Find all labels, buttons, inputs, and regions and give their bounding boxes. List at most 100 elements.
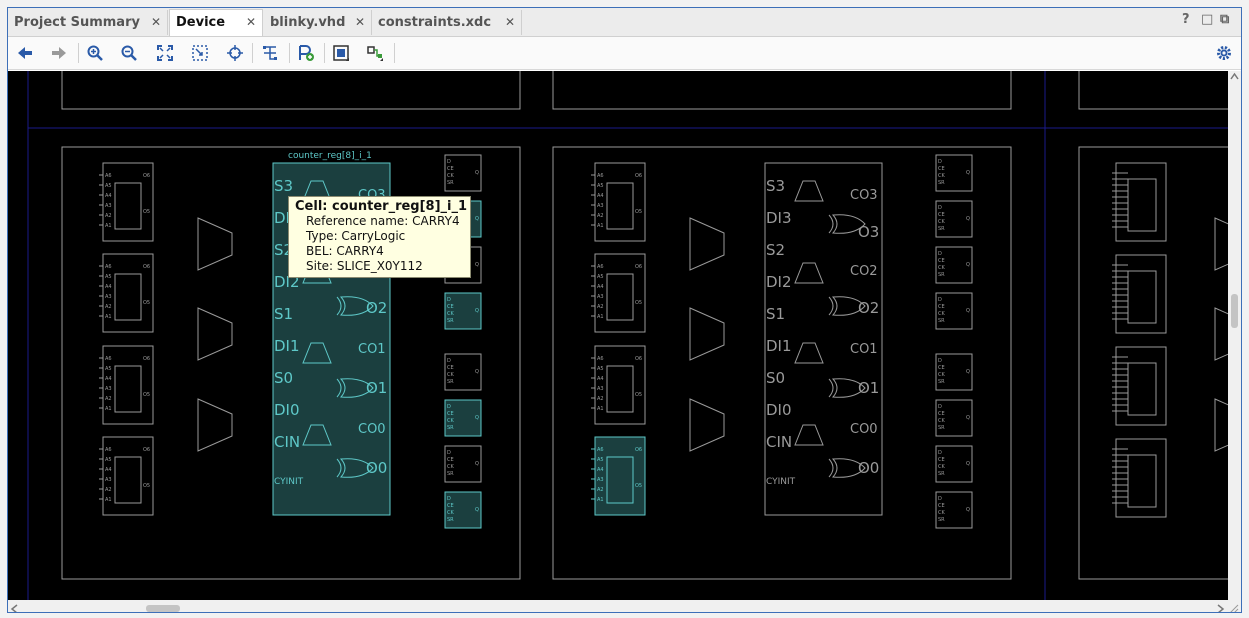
ff-out-label: Q: [475, 170, 479, 176]
ff-pin-label: CE: [938, 166, 945, 172]
lut-pin-label: A5: [597, 457, 604, 463]
ff-pin-label: SR: [447, 318, 454, 324]
tab-project-summary[interactable]: Project Summary ✕: [8, 10, 168, 35]
device-window: Project Summary ✕ Device ✕ blinky.vhd ✕ …: [7, 7, 1242, 613]
carry-pin-label: O2: [366, 299, 387, 317]
lut-out-label: O5: [143, 300, 150, 306]
ff-pin-label: CK: [938, 464, 945, 470]
carry-pin-label: CO1: [358, 342, 386, 357]
close-icon[interactable]: ✕: [355, 10, 365, 35]
toolbar-separator: [252, 43, 253, 63]
carry-pin-label: S1: [766, 305, 785, 323]
scroll-up-icon[interactable]: [1230, 72, 1239, 80]
device-canvas[interactable]: A6 A5 A4 A3 A2 A1 O6 O5 A6 A5 A4 A3 A2 A1 O6 O5 A6 A5 A4 A3…: [8, 60, 1241, 600]
scroll-left-icon[interactable]: [10, 604, 18, 613]
ff-out-label: Q: [966, 262, 970, 268]
zoom-out-icon[interactable]: [118, 42, 140, 64]
carry-mux: [794, 424, 824, 446]
crosshair-icon[interactable]: [224, 42, 246, 64]
lut-pin-label: A6: [597, 447, 604, 453]
ff-pin-label: CK: [447, 311, 454, 317]
lut-pin-label: A3: [597, 386, 604, 392]
ff-pin-label: CK: [447, 510, 454, 516]
carry-pin-label: S1: [274, 305, 293, 323]
restore-icon[interactable]: □: [1201, 12, 1213, 27]
vertical-scrollbar[interactable]: [1228, 71, 1241, 600]
ff-out-label: Q: [966, 461, 970, 467]
connect-icon[interactable]: [364, 42, 386, 64]
zoom-fit-icon[interactable]: [154, 42, 176, 64]
ff-pin-label: CE: [447, 411, 454, 417]
forward-icon[interactable]: [48, 42, 70, 64]
zoom-selection-icon[interactable]: [189, 42, 211, 64]
tab-label: Device: [176, 15, 226, 30]
horizontal-scroll-thumb[interactable]: [146, 605, 180, 612]
lut-inner: [114, 273, 142, 321]
clb-tile: [1078, 60, 1240, 110]
mux: [197, 307, 233, 361]
ff-pin-label: SR: [447, 379, 454, 385]
carry-pin-label: CIN: [274, 433, 300, 451]
tab-blinky-vhd[interactable]: blinky.vhd ✕: [264, 10, 372, 35]
back-icon[interactable]: [14, 42, 36, 64]
horizontal-scrollbar[interactable]: [8, 600, 1241, 612]
maximize-icon[interactable]: ⧉: [1220, 12, 1229, 27]
carry-pin-label: DI3: [766, 209, 792, 227]
lut-pin-label: A4: [105, 284, 112, 290]
ff-pin-label: SR: [447, 517, 454, 523]
lut-pin-label: A3: [105, 386, 112, 392]
close-icon[interactable]: ✕: [151, 10, 161, 35]
tab-constraints-xdc[interactable]: constraints.xdc ✕: [372, 10, 522, 35]
lut-pin-label: A6: [105, 173, 112, 179]
settings-icon[interactable]: [1213, 42, 1235, 64]
ff-pin-label: D: [938, 297, 942, 303]
close-icon[interactable]: ✕: [505, 10, 515, 35]
ff-pin-label: SR: [938, 226, 945, 232]
lut-pin-label: A3: [597, 203, 604, 209]
lut-bel: [1115, 346, 1167, 426]
lut-pin-label: A6: [105, 356, 112, 362]
lut-pin-label: A2: [597, 487, 604, 493]
lut-out-label: O5: [635, 483, 642, 489]
scroll-right-icon[interactable]: [1217, 604, 1225, 613]
tab-device[interactable]: Device ✕: [169, 9, 263, 36]
ff-pin-label: D: [938, 205, 942, 211]
ff-pin-label: D: [938, 251, 942, 257]
ff-pin-label: SR: [938, 272, 945, 278]
help-icon[interactable]: ?: [1182, 12, 1190, 27]
tab-label: blinky.vhd: [270, 15, 346, 30]
carry-mux: [794, 342, 824, 364]
lut-pin-label: A5: [597, 274, 604, 280]
ff-pin-label: D: [447, 159, 451, 165]
carry-mux: [794, 262, 824, 284]
lut-pin-label: A6: [105, 447, 112, 453]
ff-pin-label: CE: [447, 304, 454, 310]
lut-pin-label: A4: [597, 284, 604, 290]
lut-pin-label: A5: [597, 366, 604, 372]
close-icon[interactable]: ✕: [246, 10, 256, 35]
lut-pin-label: A3: [105, 203, 112, 209]
mux: [689, 217, 725, 271]
lut-out-label: O6: [143, 356, 150, 362]
tooltip-site: Site: SLICE_X0Y112: [306, 259, 423, 273]
cell-view-icon[interactable]: [330, 42, 352, 64]
ff-out-label: Q: [475, 216, 479, 222]
vertical-scroll-thumb[interactable]: [1231, 294, 1238, 328]
lut-pin-label: A4: [105, 193, 112, 199]
lut-pin-label: A1: [597, 314, 604, 320]
resize-grip-icon[interactable]: [1230, 604, 1239, 613]
mux: [1214, 217, 1241, 271]
routing-icon[interactable]: [259, 42, 281, 64]
lut-pin-label: A3: [105, 477, 112, 483]
lut-out-label: O6: [635, 356, 642, 362]
lut-out-label: O5: [143, 209, 150, 215]
lut-pin-label: A2: [597, 304, 604, 310]
tab-label: Project Summary: [14, 15, 140, 30]
lut-inner: [114, 182, 142, 230]
ff-pin-label: CE: [938, 258, 945, 264]
cell-tooltip: Cell: counter_reg[8]_i_1 Reference name:…: [288, 196, 471, 278]
zoom-in-icon[interactable]: [84, 42, 106, 64]
add-pblock-icon[interactable]: [295, 42, 317, 64]
carry-pin-label: CO0: [850, 422, 878, 437]
ff-out-label: Q: [966, 369, 970, 375]
